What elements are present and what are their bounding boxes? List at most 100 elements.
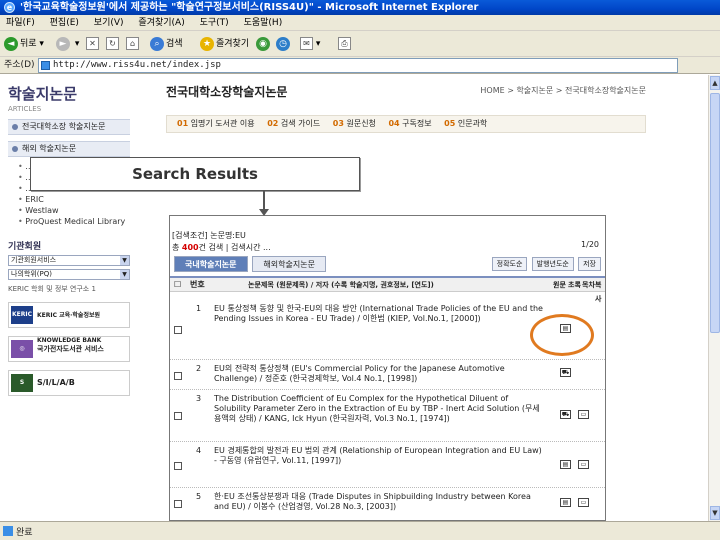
abstract-icon[interactable]: ▭ — [578, 460, 589, 469]
scroll-up-icon[interactable]: ▲ — [710, 76, 720, 90]
mail-icon: ✉ — [300, 37, 313, 50]
menu-file[interactable]: 파일(F) — [0, 15, 41, 31]
row-checkbox[interactable] — [174, 326, 182, 334]
sidebar-note: KERIC 학회 및 정부 연구소 1 — [8, 285, 96, 293]
sidebar-link-eric[interactable]: ERIC — [18, 194, 130, 205]
favorites-button[interactable]: ★ 즐겨찾기 — [200, 35, 249, 53]
col-abstract: 초록 — [568, 281, 581, 289]
page-status-icon — [3, 526, 13, 536]
tab-domestic[interactable]: 국내학술지논문 — [174, 256, 248, 272]
sidebar-title: 학술지논문 — [8, 85, 78, 103]
result-summary: 총 400건 검색 | 검색시간 ... — [172, 243, 271, 252]
forward-arrow-icon: ► — [56, 36, 70, 51]
row-title-link[interactable]: The Distribution Coefficient of Eu Compl… — [214, 394, 544, 424]
sidebar-item-domestic-articles[interactable]: 전국대학소장 학술지논문 — [8, 119, 130, 135]
pagination: 1/20 — [581, 240, 599, 249]
cart-icon[interactable]: ⛟ — [560, 368, 571, 377]
row-checkbox[interactable] — [174, 412, 182, 420]
mail-button[interactable]: ✉ ▾ — [300, 35, 320, 53]
web-page: 학술지논문 ARTICLES 전국대학소장 학술지논문 해외 학술지논문 … …… — [0, 75, 708, 521]
silab-logo-icon: S — [11, 374, 33, 392]
abstract-icon[interactable]: ▭ — [578, 410, 589, 419]
institution-heading: 기관회원 — [8, 242, 42, 252]
silab-banner[interactable]: S S/I/L/A/B — [8, 370, 130, 396]
menu-favorites[interactable]: 즐겨찾기(A) — [132, 15, 190, 31]
menu-help[interactable]: 도움말(H) — [238, 15, 289, 31]
left-sidebar: 학술지논문 ARTICLES 전국대학소장 학술지논문 해외 학술지논문 … …… — [8, 83, 130, 396]
national-library-banner[interactable]: ◎ 국가전자도서관 서비스 — [8, 336, 130, 362]
row-checkbox[interactable] — [174, 372, 182, 380]
sort-accuracy-button[interactable]: 정확도순 — [491, 257, 528, 271]
original-text-icon[interactable]: ▤ — [560, 498, 571, 507]
sort-year-button[interactable]: 발행년도순 — [531, 257, 574, 271]
menu-tools[interactable]: 도구(T) — [194, 15, 235, 31]
print-button[interactable]: ⎙ — [338, 35, 351, 53]
search-button[interactable]: ⌕ 검색 — [150, 35, 183, 53]
status-text: 완료 — [16, 528, 33, 538]
original-text-icon[interactable]: ▤ — [560, 460, 571, 469]
search-icon: ⌕ — [150, 36, 164, 51]
row-title-link[interactable]: EU 경제통합의 발전과 EU 법의 관계 (Relationship of E… — [214, 446, 544, 466]
window-title: '한국교육학술정보원'에서 제공하는 "학술연구정보서비스(RISS4U)" -… — [20, 2, 479, 13]
home-button[interactable]: ⌂ — [126, 35, 139, 53]
category-item[interactable]: 02 검색 가이드 — [267, 119, 320, 128]
category-item[interactable]: 04 구독정보 — [388, 119, 431, 128]
results-table-header: ☐ 번호 논문제목 (원문제목) / 저자 (수록 학술지명, 권호정보, [연… — [170, 276, 605, 303]
category-item[interactable]: 05 인문과학 — [444, 119, 487, 128]
row-title-link[interactable]: EU 통상정책 동향 및 한국-EU의 대응 방안 (International… — [214, 304, 544, 324]
row-checkbox[interactable] — [174, 500, 182, 508]
print-icon: ⎙ — [338, 37, 351, 50]
stop-icon: ✕ — [86, 37, 99, 50]
row-checkbox[interactable] — [174, 462, 182, 470]
select-all-checkbox[interactable]: ☐ — [174, 278, 181, 292]
search-condition: [검색조건] 논문명:EU — [172, 231, 246, 240]
my-degree-select[interactable]: 나의학위(PQ) — [8, 269, 130, 280]
scroll-thumb[interactable] — [710, 93, 720, 333]
sidebar-link-proquest[interactable]: ProQuest Medical Library — [18, 216, 130, 227]
sidebar-subtitle: ARTICLES — [8, 105, 42, 113]
menu-edit[interactable]: 편집(E) — [44, 15, 85, 31]
history-button[interactable]: ◷ — [276, 35, 292, 53]
col-title: 논문제목 (원문제목) / 저자 (수록 학술지명, 권호정보, [연도]) — [248, 281, 434, 289]
home-icon: ⌂ — [126, 37, 139, 50]
row-number: 5 — [196, 492, 202, 501]
address-input[interactable]: http://www.riss4u.net/index.jsp — [38, 58, 678, 73]
highlight-circle — [530, 314, 594, 356]
refresh-button[interactable]: ↻ — [106, 35, 119, 53]
col-original: 원문 — [553, 281, 566, 289]
row-title-link[interactable]: 한·EU 조선통상분쟁과 대응 (Trade Disputes in Shipb… — [214, 492, 544, 512]
abstract-icon[interactable]: ▭ — [578, 498, 589, 507]
col-contents: 목차 — [582, 281, 595, 289]
keric-logo-icon: KERIC — [11, 306, 33, 324]
callout-label: Search Results — [30, 157, 360, 191]
result-tabs: 국내학술지논문 해외학술지논문 — [174, 256, 328, 272]
address-url: http://www.riss4u.net/index.jsp — [53, 60, 221, 70]
table-row: 3 The Distribution Coefficient of Eu Com… — [170, 390, 605, 442]
scroll-down-icon[interactable]: ▼ — [710, 506, 720, 520]
library-logo-icon: ◎ — [11, 340, 33, 358]
category-item[interactable]: 03 원문신청 — [333, 119, 376, 128]
stop-button[interactable]: ✕ — [86, 35, 99, 53]
menu-view[interactable]: 보기(V) — [88, 15, 130, 31]
sort-bar: 정확도순 발행년도순 저장 — [490, 257, 601, 271]
cart-icon[interactable]: ⛟ — [560, 410, 571, 419]
back-button[interactable]: ◄ 뒤로 ▾ — [4, 35, 44, 53]
category-item[interactable]: 01 임명기 도서관 이용 — [177, 119, 255, 128]
row-title-link[interactable]: EU의 전략적 통상정책 (EU's Commercial Policy for… — [214, 364, 544, 384]
institution-service-select[interactable]: 기관회원서비스 — [8, 255, 130, 266]
keric-banner[interactable]: KERIC KERIC 교육·학술정보원 KNOWLEDGE BANK — [8, 302, 130, 344]
sidebar-link-westlaw[interactable]: Westlaw — [18, 205, 130, 216]
page-icon — [41, 61, 50, 70]
browser-window: e '한국교육학술정보원'에서 제공하는 "학술연구정보서비스(RISS4U)"… — [0, 0, 720, 540]
save-button[interactable]: 저장 — [578, 257, 601, 271]
sidebar-item-foreign-articles[interactable]: 해외 학술지논문 — [8, 141, 130, 157]
refresh-icon: ↻ — [106, 37, 119, 50]
forward-button[interactable]: ► ▾ — [56, 35, 79, 53]
tab-foreign[interactable]: 해외학술지논문 — [252, 256, 326, 272]
category-strip: 01 임명기 도서관 이용 02 검색 가이드 03 원문신청 04 구독정보 … — [166, 115, 646, 133]
vertical-scrollbar[interactable]: ▲ ▼ — [708, 75, 720, 521]
media-icon: ◉ — [256, 36, 270, 51]
address-label: 주소(D) — [4, 60, 35, 70]
media-button[interactable]: ◉ — [256, 35, 272, 53]
table-row: 2 EU의 전략적 통상정책 (EU's Commercial Policy f… — [170, 360, 605, 390]
